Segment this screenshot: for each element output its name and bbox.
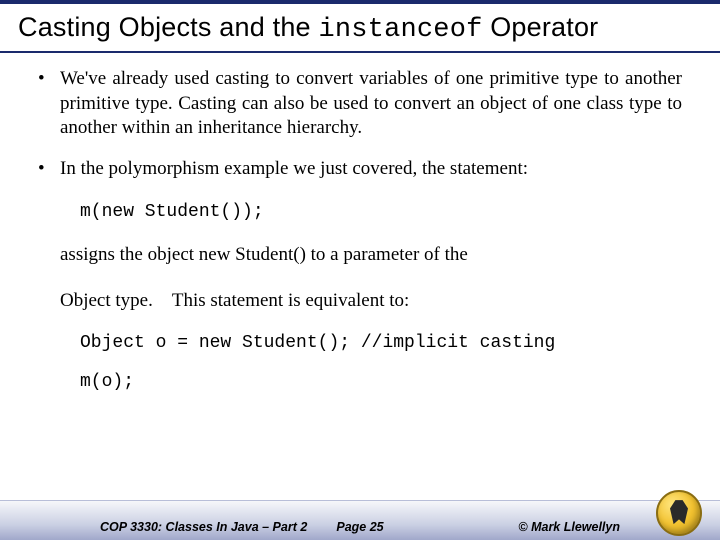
bullet-dot: •	[38, 157, 60, 182]
para-2b: This statement is equivalent to:	[172, 290, 409, 311]
title-code: instanceof	[318, 15, 482, 45]
code-line-1: m(new Student());	[80, 198, 682, 227]
content-area: • We've already used casting to convert …	[0, 53, 720, 396]
pegasus-icon	[670, 500, 688, 524]
footer-inner: COP 3330: Classes In Java – Part 2 Page …	[0, 520, 720, 534]
logo-circle	[656, 490, 702, 536]
title-suffix: Operator	[483, 12, 599, 42]
para-1: assigns the object new Student() to a pa…	[60, 237, 682, 273]
para-2a: Object type.	[60, 290, 153, 311]
slide-title: Casting Objects and the instanceof Opera…	[0, 4, 720, 53]
title-prefix: Casting Objects and the	[18, 12, 318, 42]
code-line-3: m(o);	[80, 368, 682, 397]
bullet-2: • In the polymorphism example we just co…	[38, 157, 682, 182]
footer-author: © Mark Llewellyn	[518, 520, 620, 534]
bullet-dot: •	[38, 67, 60, 141]
ucf-pegasus-logo	[656, 490, 702, 536]
slide: Casting Objects and the instanceof Opera…	[0, 0, 720, 540]
bullet-2-text: In the polymorphism example we just cove…	[60, 157, 682, 182]
footer-bar: COP 3330: Classes In Java – Part 2 Page …	[0, 500, 720, 540]
bullet-1: • We've already used casting to convert …	[38, 67, 682, 141]
para-2: Object type. This statement is equivalen…	[60, 283, 682, 319]
bullet-1-text: We've already used casting to convert va…	[60, 67, 682, 141]
code-line-2: Object o = new Student(); //implicit cas…	[80, 329, 682, 358]
footer-page: Page 25	[336, 520, 383, 534]
footer-course: COP 3330: Classes In Java – Part 2	[100, 520, 307, 534]
